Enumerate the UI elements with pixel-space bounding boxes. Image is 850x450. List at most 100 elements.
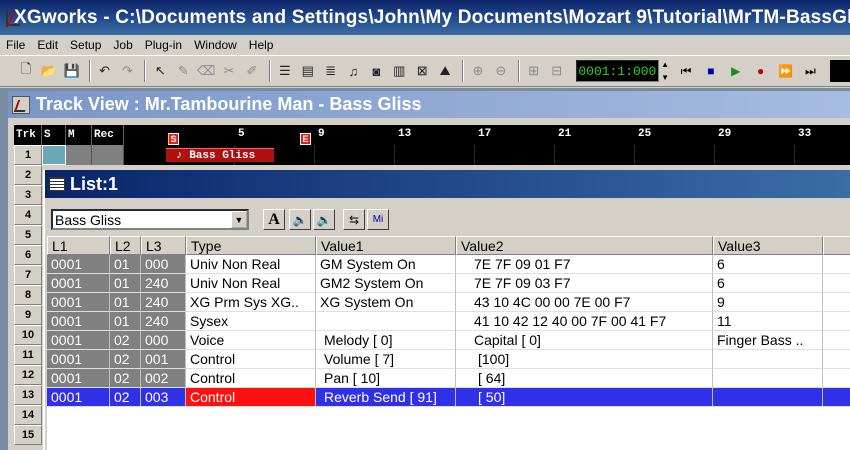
zoom-out-icon[interactable]: ⊖: [491, 61, 511, 82]
xg-editor-icon[interactable]: ⊠: [412, 61, 432, 82]
cell-type[interactable]: Sysex: [186, 312, 316, 331]
start-marker[interactable]: S: [168, 133, 179, 145]
track-select-dropdown[interactable]: Bass Gliss ▼: [51, 209, 249, 230]
cell-l2[interactable]: 01: [110, 312, 141, 331]
cell-value3[interactable]: 9: [713, 293, 823, 312]
chevron-down-icon[interactable]: ▼: [231, 211, 247, 228]
cell-l1[interactable]: 0001: [47, 369, 110, 388]
table-row[interactable]: 0001 01 000 Univ Non Real GM System On 7…: [47, 255, 850, 274]
track-number[interactable]: 14: [14, 405, 42, 425]
track-1-rec[interactable]: [92, 145, 124, 165]
pointer-tool-icon[interactable]: ↖: [150, 61, 170, 82]
cell-l3[interactable]: 001: [141, 350, 186, 369]
fast-forward-icon[interactable]: ⏩: [775, 60, 797, 82]
cell-type[interactable]: Voice: [186, 331, 316, 350]
menu-plugin[interactable]: Plug-in: [139, 38, 188, 52]
track-number[interactable]: 6: [14, 245, 42, 265]
track-1-lane[interactable]: ♪ Bass Gliss: [124, 145, 850, 165]
brush-tool-icon[interactable]: ✐: [242, 61, 262, 82]
drum-view-icon[interactable]: ◙: [366, 61, 386, 82]
column-header-value1[interactable]: Value1: [316, 236, 456, 255]
table-row[interactable]: 0001 01 240 XG Prm Sys XG.. XG System On…: [47, 293, 850, 312]
piano-roll-icon[interactable]: ▤: [298, 61, 318, 82]
track-number[interactable]: 2: [14, 165, 42, 185]
cell-l1[interactable]: 0001: [47, 312, 110, 331]
cell-value1[interactable]: GM2 System On: [316, 274, 456, 293]
event-filter-icon[interactable]: Mi: [367, 209, 389, 230]
save-icon[interactable]: 💾: [62, 61, 82, 82]
stop-icon[interactable]: ■: [700, 60, 722, 82]
rewind-to-start-icon[interactable]: ⏮: [675, 60, 697, 82]
track-number[interactable]: 5: [14, 225, 42, 245]
speaker-icon[interactable]: 🔈: [289, 209, 311, 230]
cell-value2[interactable]: 7E 7F 09 03 F7: [456, 274, 713, 293]
cell-value3[interactable]: [713, 369, 823, 388]
column-header-value2[interactable]: Value2: [456, 236, 713, 255]
cell-l3[interactable]: 002: [141, 369, 186, 388]
track-number[interactable]: 10: [14, 325, 42, 345]
open-folder-icon[interactable]: 📂: [39, 61, 59, 82]
table-row[interactable]: 0001 02 000 Voice Melody [ 0] Capital [ …: [47, 331, 850, 350]
pencil-tool-icon[interactable]: ✎: [173, 61, 193, 82]
cell-value2[interactable]: 7E 7F 09 01 F7: [456, 255, 713, 274]
table-row-selected[interactable]: 0001 02 003 Control Reverb Send [ 91] [ …: [47, 388, 850, 407]
new-file-icon[interactable]: 🗋: [16, 61, 36, 82]
cell-l2[interactable]: 01: [110, 293, 141, 312]
cell-l3[interactable]: 000: [141, 331, 186, 350]
column-header-value3[interactable]: Value3: [713, 236, 823, 255]
cell-l3[interactable]: 003: [141, 388, 186, 407]
cell-l1[interactable]: 0001: [47, 350, 110, 369]
cell-l1[interactable]: 0001: [47, 255, 110, 274]
cell-value1[interactable]: Volume [ 7]: [316, 350, 456, 369]
cell-l1[interactable]: 0001: [47, 331, 110, 350]
list-window-icon[interactable]: [49, 177, 65, 191]
cell-value2[interactable]: [ 50]: [456, 388, 713, 407]
cell-value1[interactable]: Pan [ 10]: [316, 369, 456, 388]
table-row[interactable]: 0001 01 240 Sysex 41 10 42 12 40 00 7F 0…: [47, 312, 850, 331]
cell-l2[interactable]: 01: [110, 255, 141, 274]
expand-icon[interactable]: ⊞: [524, 61, 544, 82]
track-number[interactable]: 1: [14, 145, 42, 165]
table-row[interactable]: 0001 01 240 Univ Non Real GM2 System On …: [47, 274, 850, 293]
score-view-icon[interactable]: ♫: [344, 61, 364, 82]
cell-value3[interactable]: [713, 350, 823, 369]
forward-to-end-icon[interactable]: ⏭: [799, 60, 821, 82]
filter-icon[interactable]: ⇆: [343, 209, 365, 230]
table-row[interactable]: 0001 02 001 Control Volume [ 7] [100]: [47, 350, 850, 369]
cell-l3[interactable]: 240: [141, 312, 186, 331]
zoom-in-icon[interactable]: ⊕: [468, 61, 488, 82]
cell-l1[interactable]: 0001: [47, 274, 110, 293]
counter-spin-icon[interactable]: ▲ ▼: [661, 60, 671, 82]
cell-value2[interactable]: [ 64]: [456, 369, 713, 388]
column-header-l2[interactable]: L2: [110, 236, 141, 255]
cell-l1[interactable]: 0001: [47, 388, 110, 407]
collapse-icon[interactable]: ⊟: [547, 61, 567, 82]
cell-l2[interactable]: 02: [110, 331, 141, 350]
cell-type[interactable]: XG Prm Sys XG..: [186, 293, 316, 312]
cell-value3[interactable]: 11: [713, 312, 823, 331]
cell-value3[interactable]: 6: [713, 255, 823, 274]
eraser-tool-icon[interactable]: ⌫: [196, 61, 216, 82]
cell-value3[interactable]: 6: [713, 274, 823, 293]
cell-type[interactable]: Control: [186, 369, 316, 388]
menu-setup[interactable]: Setup: [64, 38, 107, 52]
track-view-icon[interactable]: ☰: [275, 61, 295, 82]
cell-value2[interactable]: 41 10 42 12 40 00 7F 00 41 F7: [456, 312, 713, 331]
cell-type[interactable]: Univ Non Real: [186, 274, 316, 293]
cell-l2[interactable]: 01: [110, 274, 141, 293]
cell-l2[interactable]: 02: [110, 369, 141, 388]
redo-icon[interactable]: ↷: [118, 61, 138, 82]
cell-value1[interactable]: GM System On: [316, 255, 456, 274]
font-icon[interactable]: A: [263, 209, 285, 230]
play-icon[interactable]: ▶: [725, 60, 747, 82]
cell-l2[interactable]: 02: [110, 388, 141, 407]
header-rec[interactable]: Rec: [92, 125, 124, 145]
cell-l2[interactable]: 02: [110, 350, 141, 369]
track-number[interactable]: 15: [14, 425, 42, 445]
position-counter[interactable]: 0001:1:000: [575, 60, 660, 82]
cell-value3[interactable]: [713, 388, 823, 407]
track-number[interactable]: 9: [14, 305, 42, 325]
track-number[interactable]: 3: [14, 185, 42, 205]
undo-icon[interactable]: ↶: [95, 61, 115, 82]
cell-l1[interactable]: 0001: [47, 293, 110, 312]
